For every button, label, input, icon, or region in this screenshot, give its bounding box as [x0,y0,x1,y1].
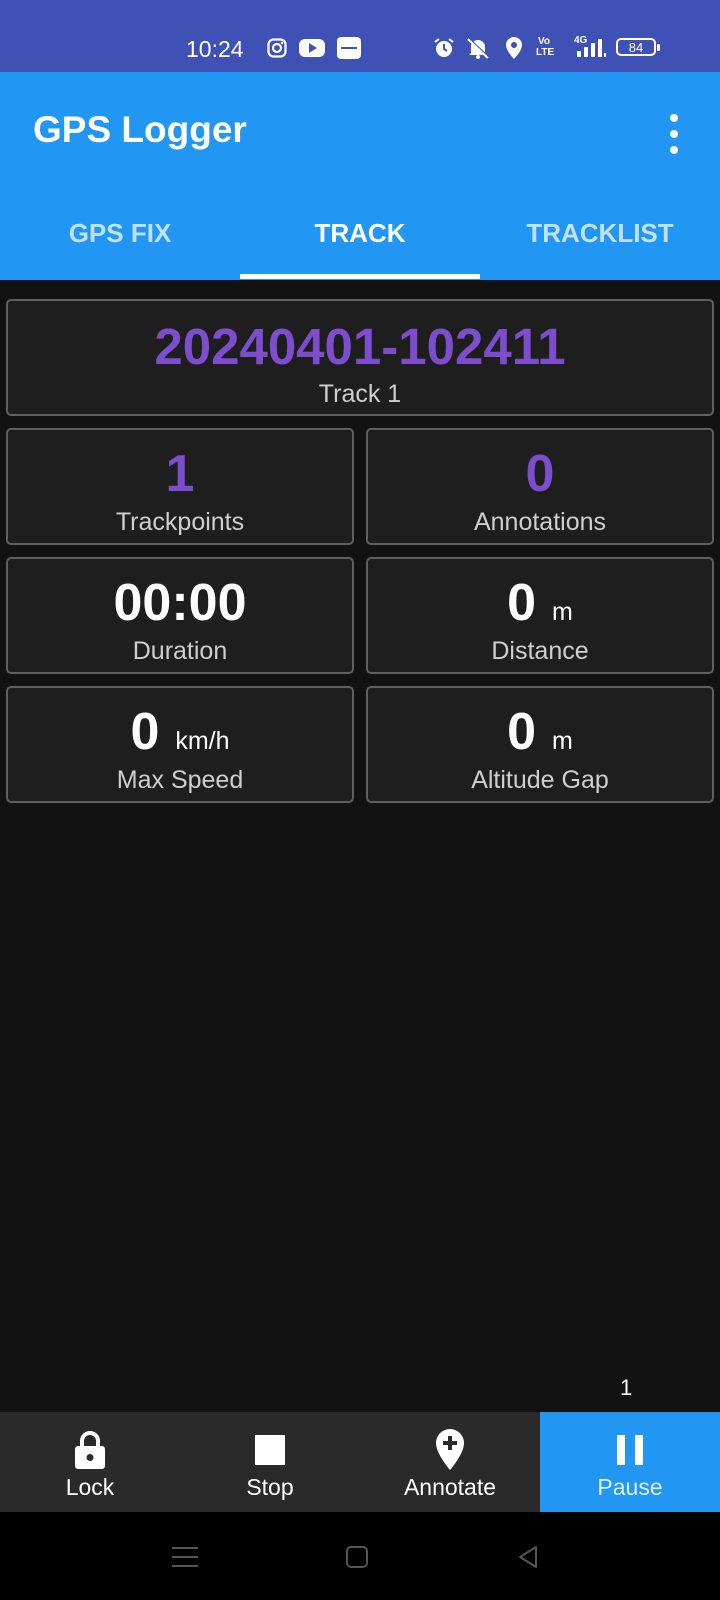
max-speed-card: 0 km/h Max Speed [6,686,354,803]
instagram-icon [266,37,288,59]
track-name-label: Track 1 [318,380,402,408]
duration-card: 00:00 Duration [6,557,354,674]
volte-label: Vo [538,36,551,47]
lte-label: LTE [536,47,555,58]
duration-value: 00:00 [113,574,247,632]
battery-icon: 84 [616,38,656,56]
altitude-gap-unit: m [552,727,573,755]
trackpoints-label: Trackpoints [115,508,245,536]
pause-icon [540,1430,720,1470]
tab-tracklist[interactable]: TRACKLIST [480,218,720,249]
system-navigation-bar [0,1512,720,1600]
app-title: GPS Logger [33,109,247,150]
max-speed-value: 0 [130,703,160,761]
back-nav-icon[interactable] [508,1540,548,1574]
menu-nav-icon[interactable] [165,1540,205,1574]
altitude-gap-card: 0m Altitude Gap [366,686,714,803]
zomato-icon [336,37,362,59]
battery-level: 84 [628,39,644,55]
stop-button[interactable]: Stop [180,1412,360,1512]
overflow-menu-icon[interactable] [660,110,690,164]
alarm-icon [432,37,456,59]
track-name: 20240401-102411 [154,318,566,375]
trackpoint-counter: 1 [620,1375,633,1400]
max-speed-value-row: 0 km/h [8,702,352,762]
lock-button[interactable]: Lock [0,1412,180,1512]
annotate-label: Annotate [403,1474,497,1500]
altitude-gap-label: Altitude Gap [471,766,609,794]
track-name-card: 20240401-102411 Track 1 [6,299,714,416]
tab-indicator [240,274,480,279]
action-bar: Lock Stop Annotate Pause [0,1412,720,1512]
add-location-icon [360,1429,540,1470]
altitude-gap-value-row: 0m [368,702,712,762]
mute-icon [464,37,492,59]
distance-value: 0 [507,574,537,632]
stop-icon [180,1430,360,1470]
stop-label: Stop [246,1474,294,1500]
location-icon [504,37,524,59]
lock-icon [0,1430,180,1470]
distance-value-row: 0m [368,573,712,633]
max-speed-unit: km/h [175,727,230,755]
duration-label: Duration [132,637,228,665]
altitude-gap-value: 0 [507,703,537,761]
distance-label: Distance [491,637,589,665]
max-speed-label: Max Speed [116,766,244,794]
youtube-icon [298,37,326,59]
annotations-label: Annotations [473,508,607,536]
trackpoints-value: 1 [165,445,195,503]
battery-tip [657,44,660,51]
pause-button[interactable]: Pause [540,1412,720,1512]
distance-card: 0m Distance [366,557,714,674]
pause-label: Pause [597,1474,663,1500]
tab-gps-fix[interactable]: GPS FIX [0,218,240,249]
distance-unit: m [552,598,573,626]
tab-track[interactable]: TRACK [240,218,480,249]
status-time: 10:24 [186,36,244,62]
status-bar: 10:24 Vo LTE 4G 84 [0,0,720,72]
annotate-button[interactable]: Annotate [360,1412,540,1512]
home-nav-icon[interactable] [337,1540,377,1574]
annotations-value: 0 [525,445,555,503]
annotations-card: 0 Annotations [366,428,714,545]
trackpoints-card: 1 Trackpoints [6,428,354,545]
lock-label: Lock [65,1474,115,1500]
signal-icon [576,37,610,59]
app-bar: GPS Logger GPS FIX TRACK TRACKLIST [0,72,720,280]
